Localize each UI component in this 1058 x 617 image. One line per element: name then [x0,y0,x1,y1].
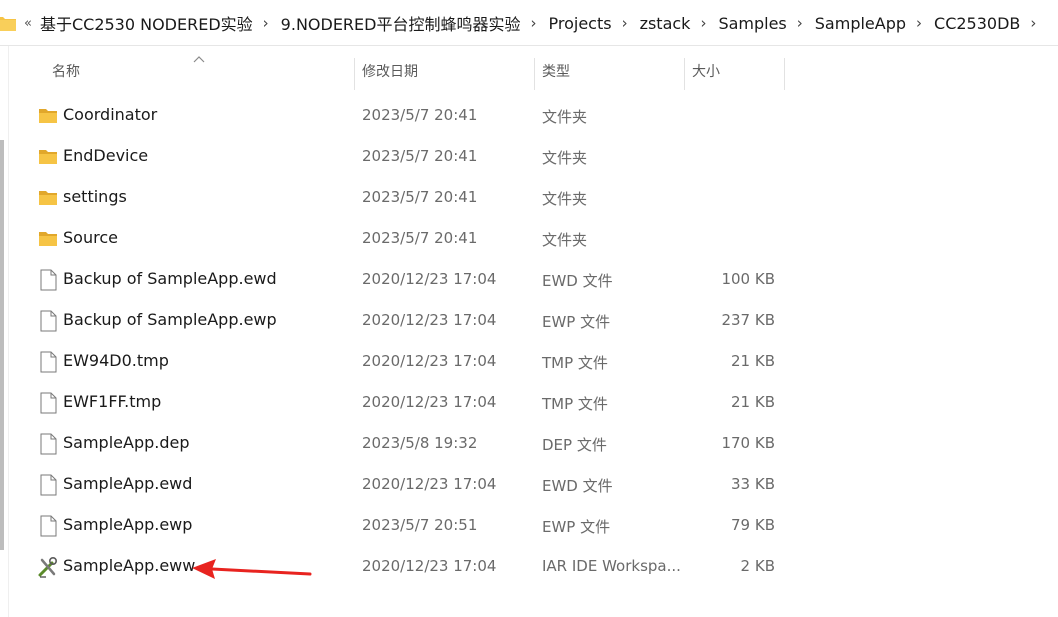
file-icon [40,310,57,332]
file-name: SampleApp.dep [63,433,190,452]
column-name-header[interactable]: 名称 [52,52,80,90]
file-modified: 2020/12/23 17:04 [362,270,497,288]
file-icon [40,474,57,496]
file-icon [40,515,57,537]
column-header: 名称 修改日期 类型 大小 [0,46,1058,90]
chevron-right-icon[interactable]: › [622,14,628,32]
address-bar[interactable]: « 基于CC2530 NODERED实验 › 9.NODERED平台控制蜂鸣器实… [0,0,1058,46]
column-modified-header[interactable]: 修改日期 [362,52,418,90]
file-type: DEP 文件 [542,436,607,454]
file-size: 100 KB [721,270,775,288]
column-divider[interactable] [684,58,685,90]
breadcrumb-item[interactable]: 9.NODERED平台控制蜂鸣器实验 [281,11,521,35]
column-divider[interactable] [784,58,785,90]
file-name: EndDevice [63,146,149,165]
file-modified: 2023/5/7 20:41 [362,229,478,247]
file-modified: 2020/12/23 17:04 [362,393,497,411]
file-modified: 2020/12/23 17:04 [362,557,497,575]
file-size: 170 KB [721,434,775,452]
file-type: 文件夹 [542,190,588,208]
column-divider[interactable] [534,58,535,90]
column-size-header[interactable]: 大小 [692,52,720,90]
chevron-right-icon[interactable]: › [530,14,536,32]
file-row[interactable]: SampleApp.eww 2020/12/23 17:04 IAR IDE W… [0,546,1058,587]
file-type: TMP 文件 [542,354,608,372]
file-name: EW94D0.tmp [63,351,169,370]
file-name: SampleApp.ewd [63,474,193,493]
folder-icon [0,17,16,31]
file-size: 21 KB [731,393,775,411]
column-type-header[interactable]: 类型 [542,52,570,90]
file-icon [40,351,57,373]
file-modified: 2020/12/23 17:04 [362,475,497,493]
file-icon [40,269,57,291]
file-row[interactable]: SampleApp.ewd 2020/12/23 17:04 EWD 文件 33… [0,464,1058,505]
breadcrumb: « 基于CC2530 NODERED实验 › 9.NODERED平台控制蜂鸣器实… [24,0,1048,46]
file-type: EWD 文件 [542,272,613,290]
chevron-right-icon[interactable]: › [700,14,706,32]
file-row[interactable]: EW94D0.tmp 2020/12/23 17:04 TMP 文件 21 KB [0,341,1058,382]
breadcrumb-item[interactable]: CC2530DB [934,14,1020,33]
file-type: EWP 文件 [542,313,611,331]
file-type: 文件夹 [542,149,588,167]
file-size: 79 KB [731,516,775,534]
file-name: EWF1FF.tmp [63,392,162,411]
chevron-right-icon[interactable]: › [1030,14,1036,32]
file-size: 2 KB [740,557,775,575]
file-icon [40,392,57,414]
folder-icon [39,191,57,205]
file-row[interactable]: settings 2023/5/7 20:41 文件夹 [0,177,1058,218]
chevron-right-icon[interactable]: › [916,14,922,32]
folder-icon [39,232,57,246]
breadcrumb-overflow-button[interactable]: « [24,16,32,31]
file-modified: 2023/5/7 20:51 [362,516,478,534]
breadcrumb-item[interactable]: SampleApp [815,14,906,33]
chevron-right-icon[interactable]: › [263,14,269,32]
breadcrumb-item[interactable]: 基于CC2530 NODERED实验 [40,11,253,35]
file-name: Backup of SampleApp.ewp [63,310,277,329]
file-modified: 2020/12/23 17:04 [362,352,497,370]
chevron-right-icon[interactable]: › [797,14,803,32]
iar-workspace-icon [38,556,58,578]
file-modified: 2020/12/23 17:04 [362,311,497,329]
file-modified: 2023/5/7 20:41 [362,188,478,206]
file-modified: 2023/5/8 19:32 [362,434,478,452]
file-name: Backup of SampleApp.ewd [63,269,277,288]
breadcrumb-item[interactable]: Samples [718,14,786,33]
folder-icon [39,150,57,164]
file-row[interactable]: Backup of SampleApp.ewd 2020/12/23 17:04… [0,259,1058,300]
file-name: Coordinator [63,105,158,124]
breadcrumb-item[interactable]: Projects [548,14,611,33]
file-name: Source [63,228,118,247]
file-type: 文件夹 [542,231,588,249]
file-row[interactable]: Coordinator 2023/5/7 20:41 文件夹 [0,95,1058,136]
file-icon [40,433,57,455]
file-row[interactable]: EndDevice 2023/5/7 20:41 文件夹 [0,136,1058,177]
file-type: IAR IDE Workspa... [542,557,681,575]
column-divider[interactable] [354,58,355,90]
file-type: EWD 文件 [542,477,613,495]
file-row[interactable]: Source 2023/5/7 20:41 文件夹 [0,218,1058,259]
file-modified: 2023/5/7 20:41 [362,106,478,124]
file-row[interactable]: SampleApp.dep 2023/5/8 19:32 DEP 文件 170 … [0,423,1058,464]
file-size: 21 KB [731,352,775,370]
file-row[interactable]: SampleApp.ewp 2023/5/7 20:51 EWP 文件 79 K… [0,505,1058,546]
file-row[interactable]: Backup of SampleApp.ewp 2020/12/23 17:04… [0,300,1058,341]
file-modified: 2023/5/7 20:41 [362,147,478,165]
breadcrumb-item[interactable]: zstack [640,14,691,33]
file-size: 33 KB [731,475,775,493]
file-type: TMP 文件 [542,395,608,413]
file-row[interactable]: EWF1FF.tmp 2020/12/23 17:04 TMP 文件 21 KB [0,382,1058,423]
sort-ascending-icon[interactable] [193,55,205,63]
file-type: 文件夹 [542,108,588,126]
file-name: SampleApp.eww [63,556,196,575]
folder-icon [39,109,57,123]
file-name: SampleApp.ewp [63,515,193,534]
file-type: EWP 文件 [542,518,611,536]
file-size: 237 KB [721,311,775,329]
file-name: settings [63,187,127,206]
